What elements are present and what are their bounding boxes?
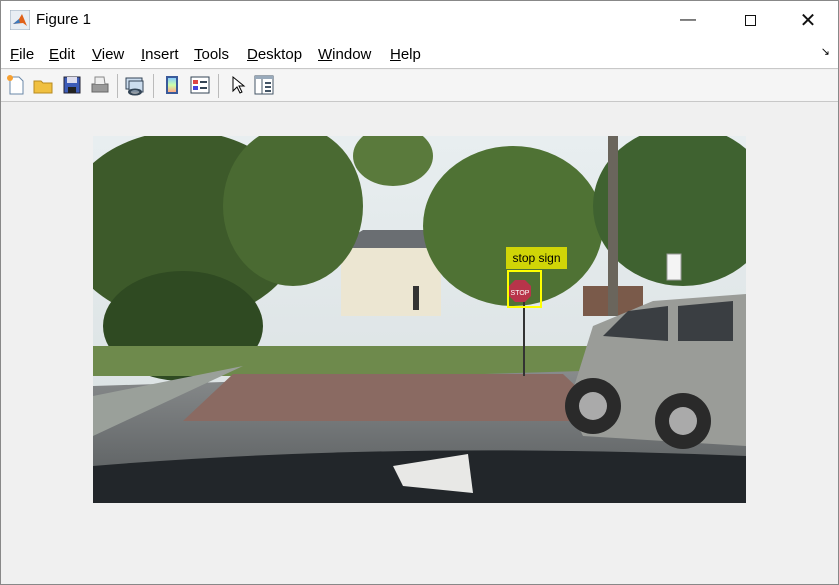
new-figure-icon[interactable] (5, 74, 27, 96)
link-plot-icon[interactable] (124, 74, 146, 96)
menu-file[interactable]: File (10, 46, 34, 63)
toolbar-separator (117, 74, 118, 98)
matlab-logo-icon (10, 10, 30, 30)
image-axes[interactable]: STOP (93, 136, 746, 503)
toolbar-separator (218, 74, 219, 98)
legend-icon[interactable] (189, 74, 211, 96)
stop-sign-bounding-box (507, 270, 542, 308)
toolbar-separator (153, 74, 154, 98)
minimize-icon: — (680, 11, 696, 28)
close-icon: ✕ (799, 9, 817, 32)
minimize-button[interactable]: — (665, 1, 711, 39)
close-button[interactable]: ✕ (785, 1, 831, 39)
menu-window[interactable]: Window (318, 46, 371, 63)
save-icon[interactable] (61, 74, 83, 96)
open-icon[interactable] (32, 74, 54, 96)
title-bar: Figure 1 — ✕ (1, 1, 838, 39)
window-title: Figure 1 (36, 11, 92, 28)
menu-insert[interactable]: Insert (141, 46, 179, 63)
menu-help[interactable]: Help (390, 46, 421, 63)
menu-edit[interactable]: Edit (49, 46, 75, 63)
property-inspector-icon[interactable] (253, 74, 275, 96)
toolbar (1, 70, 838, 102)
menu-view[interactable]: View (92, 46, 124, 63)
menu-tools[interactable]: Tools (194, 46, 229, 63)
street-scene-image: STOP (93, 136, 746, 503)
annotation-label: stop sign (506, 247, 567, 269)
colorbar-icon[interactable] (161, 74, 183, 96)
menu-bar: File Edit View Insert Tools Desktop Wind… (1, 39, 838, 69)
dock-arrow-icon[interactable]: ↘ (821, 45, 830, 58)
menu-desktop[interactable]: Desktop (247, 46, 302, 63)
pointer-icon[interactable] (226, 74, 248, 96)
maximize-button[interactable] (727, 1, 773, 39)
print-icon[interactable] (89, 74, 111, 96)
maximize-icon (744, 14, 756, 26)
